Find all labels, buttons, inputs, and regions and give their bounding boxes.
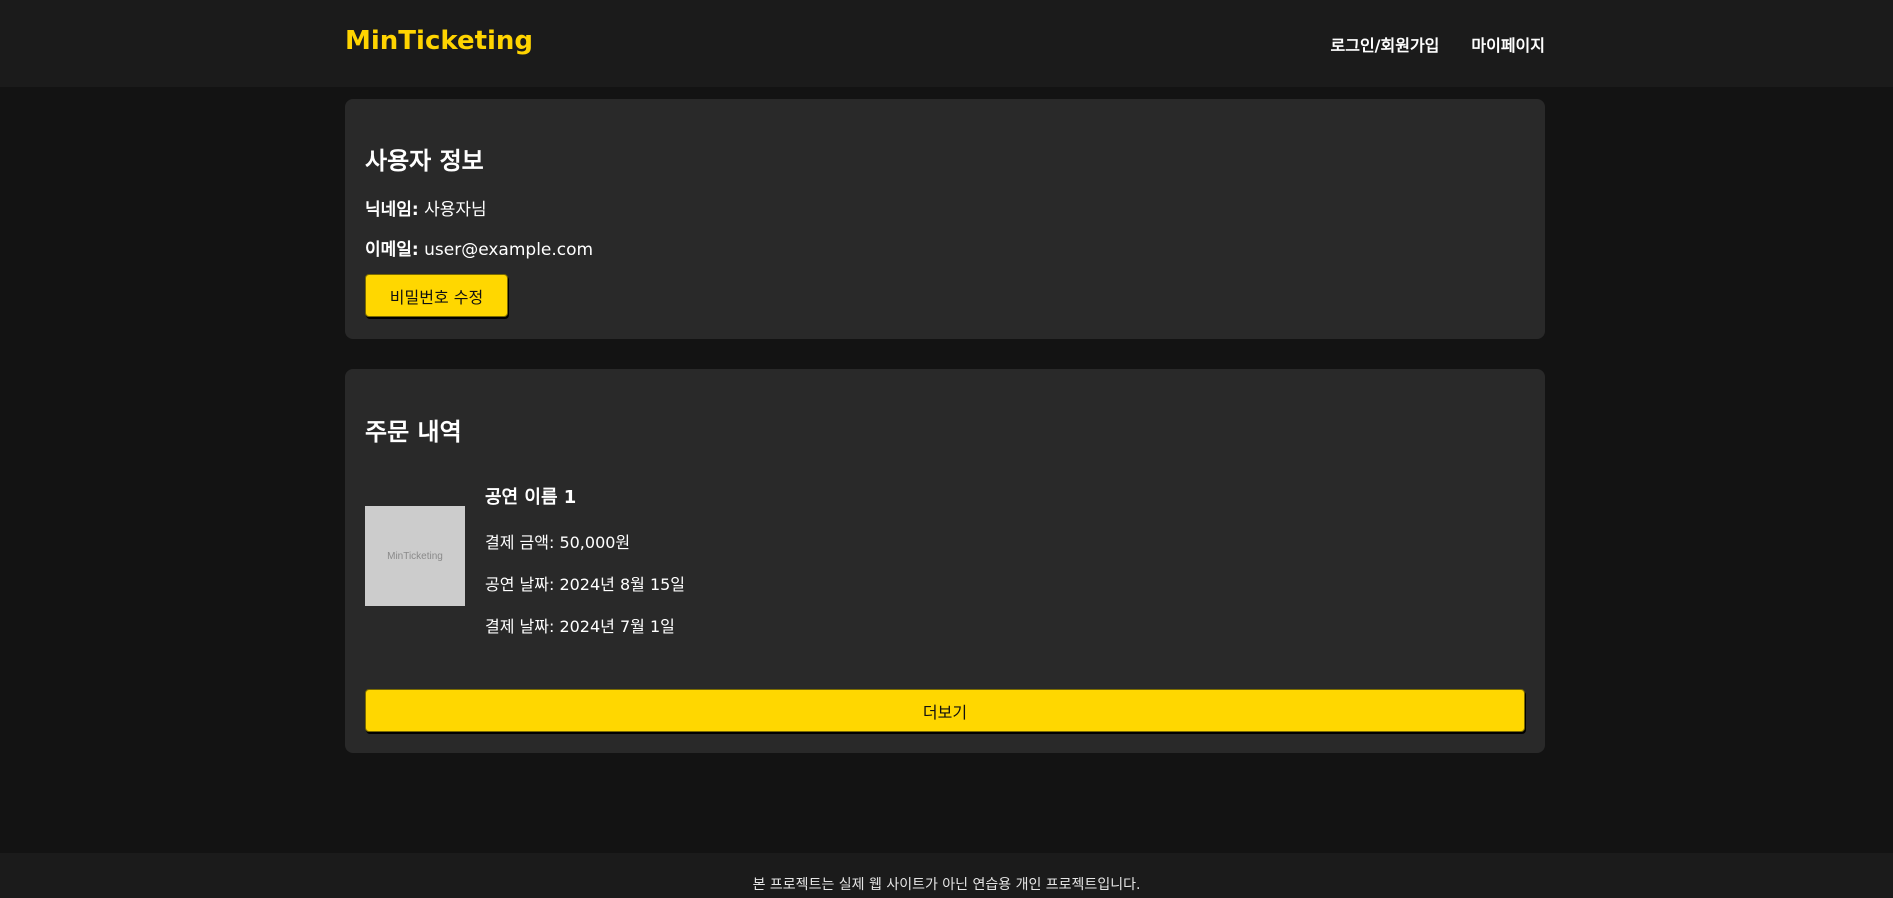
load-more-button[interactable]: 더보기	[365, 689, 1525, 732]
nickname-row: 닉네임: 사용자님	[365, 195, 487, 220]
thumbnail-placeholder-text: MinTicketing	[387, 550, 443, 562]
order-thumbnail[interactable]: MinTicketing	[365, 506, 465, 606]
nav-mypage[interactable]: 마이페이지	[1471, 32, 1545, 56]
order-item: 공연 이름 1 결제 금액: 50,000원 공연 날짜: 2024년 8월 1…	[485, 483, 685, 655]
order-pay-date: 결제 날짜: 2024년 7월 1일	[485, 617, 675, 636]
change-password-button[interactable]: 비밀번호 수정	[365, 274, 508, 317]
order-price: 결제 금액: 50,000원	[485, 533, 631, 552]
order-history-card: 주문 내역 MinTicketing 공연 이름 1 결제 금액: 50,000…	[345, 369, 1545, 753]
email-label: 이메일:	[365, 240, 419, 260]
order-history-title: 주문 내역	[365, 418, 462, 446]
nickname-value: 사용자님	[424, 200, 487, 220]
order-show-name[interactable]: 공연 이름 1	[485, 483, 685, 509]
email-value: user@example.com	[424, 240, 594, 260]
email-row: 이메일: user@example.com	[365, 235, 593, 260]
user-info-title: 사용자 정보	[365, 147, 484, 175]
top-nav: 로그인/회원가입 마이페이지	[1331, 32, 1546, 56]
order-show-date: 공연 날짜: 2024년 8월 15일	[485, 575, 686, 594]
footer-notice: 본 프로젝트는 실제 웹 사이트가 아닌 연습용 개인 프로젝트입니다.	[752, 877, 1141, 893]
site-header: MinTicketing 로그인/회원가입 마이페이지	[0, 0, 1893, 87]
nickname-label: 닉네임:	[365, 200, 419, 220]
nav-login-signup[interactable]: 로그인/회원가입	[1331, 32, 1440, 56]
site-logo[interactable]: MinTicketing	[345, 26, 533, 56]
user-info-card: 사용자 정보 닉네임: 사용자님 이메일: user@example.com 비…	[345, 99, 1545, 339]
site-footer: 본 프로젝트는 실제 웹 사이트가 아닌 연습용 개인 프로젝트입니다.	[0, 853, 1893, 898]
